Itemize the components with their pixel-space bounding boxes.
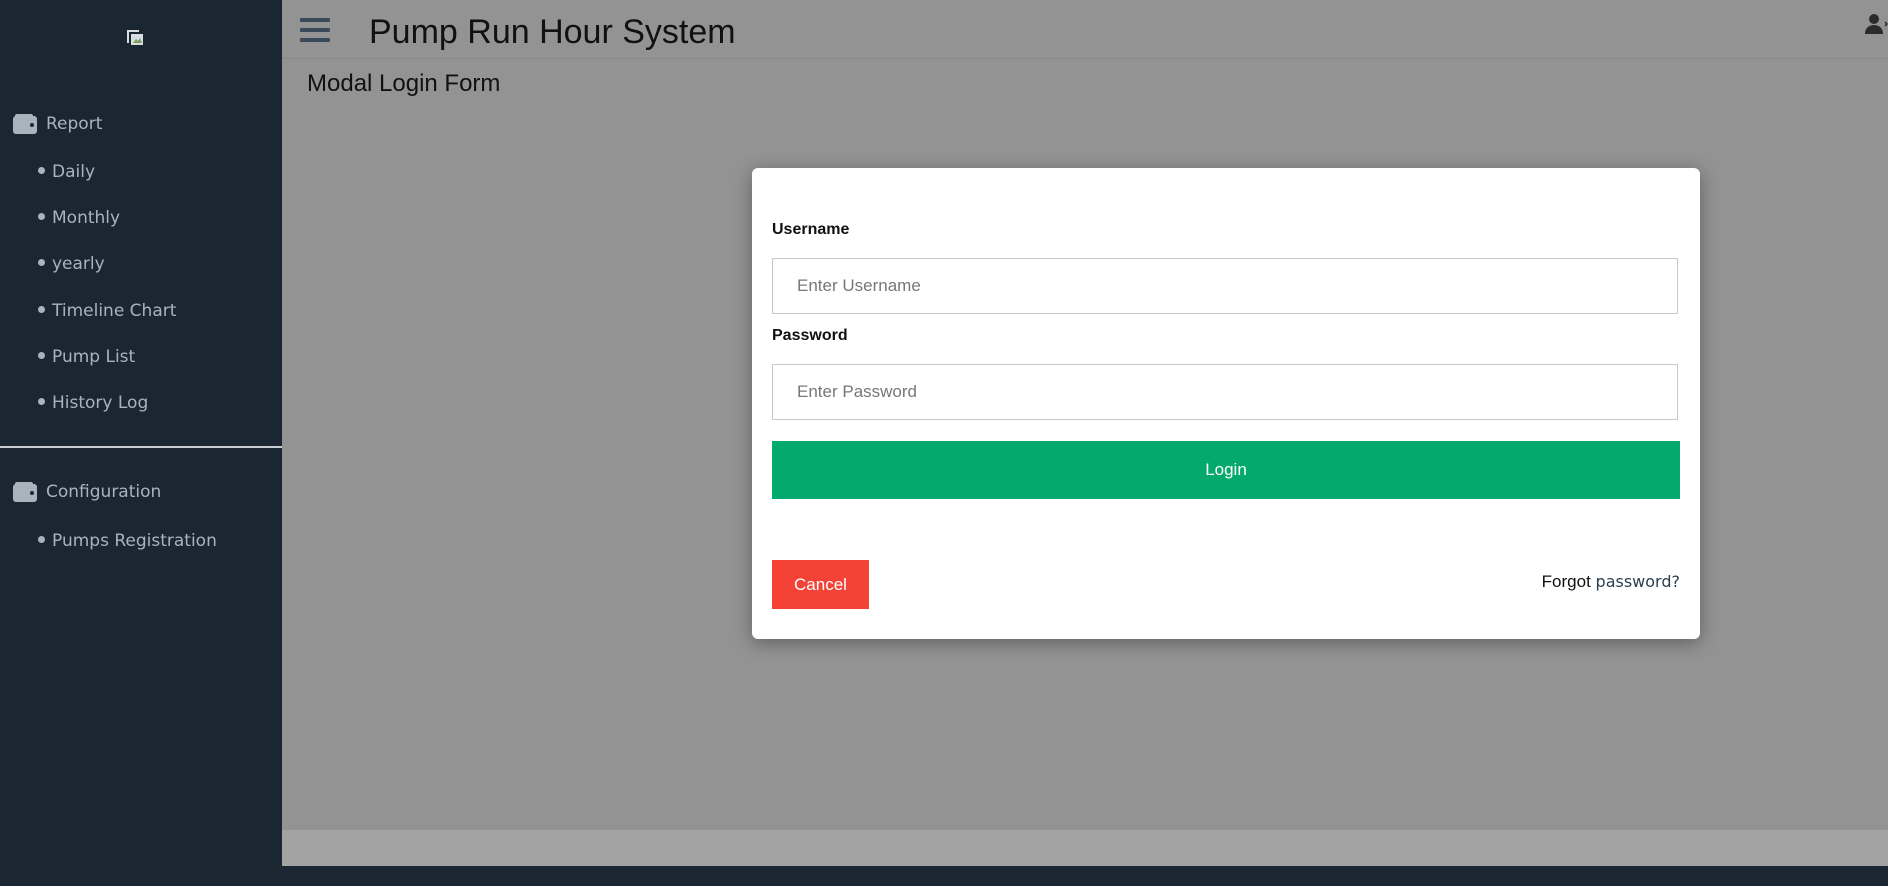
user-icon[interactable] <box>1864 12 1888 36</box>
cancel-button[interactable]: Cancel <box>772 560 869 609</box>
sidebar-section-report[interactable]: Report <box>12 113 102 135</box>
username-label: Username <box>772 221 850 238</box>
forgot-password-link[interactable]: password? <box>1596 572 1680 591</box>
forgot-prefix: Forgot <box>1541 572 1591 591</box>
sidebar-item-history-log[interactable]: History Log <box>38 393 148 413</box>
sidebar-item-label: yearly <box>52 254 105 274</box>
section-label: Report <box>46 114 103 134</box>
sidebar-divider <box>0 446 282 448</box>
sidebar-item-pump-list[interactable]: Pump List <box>38 347 135 367</box>
top-bar: Pump Run Hour System <box>282 0 1888 59</box>
sidebar-item-label: History Log <box>52 393 149 413</box>
hamburger-menu-button[interactable] <box>300 18 330 46</box>
sidebar-item-yearly[interactable]: yearly <box>38 254 105 274</box>
sidebar-item-label: Pumps Registration <box>52 531 217 551</box>
wallet-icon <box>13 482 37 502</box>
wallet-icon <box>13 114 37 134</box>
username-input[interactable] <box>772 258 1678 314</box>
main-content: Pump Run Hour System Modal Login Form Us… <box>282 0 1888 866</box>
login-button[interactable]: Login <box>772 441 1680 499</box>
sidebar: Report Daily Monthly yearly Timeline Cha… <box>0 0 282 886</box>
footer <box>282 830 1888 866</box>
app-title: Pump Run Hour System <box>369 13 736 51</box>
sidebar-section-configuration[interactable]: Configuration <box>12 481 161 503</box>
sidebar-item-label: Daily <box>52 162 96 182</box>
hamburger-icon-bar <box>300 38 330 42</box>
bullet-icon <box>38 212 45 220</box>
sidebar-item-label: Monthly <box>52 208 121 228</box>
login-modal: Username Password Login Cancel Forgot pa… <box>752 168 1700 639</box>
broken-logo-image-icon <box>127 30 143 45</box>
bullet-icon <box>38 258 45 266</box>
bullet-icon <box>38 305 45 313</box>
hamburger-icon-bar <box>300 18 330 22</box>
hamburger-icon-bar <box>300 28 330 32</box>
sidebar-item-label: Timeline Chart <box>52 301 177 321</box>
sidebar-item-timeline-chart[interactable]: Timeline Chart <box>38 301 176 321</box>
password-label: Password <box>772 327 848 344</box>
sidebar-item-daily[interactable]: Daily <box>38 162 95 182</box>
sidebar-item-pumps-registration[interactable]: Pumps Registration <box>38 531 217 551</box>
sidebar-item-monthly[interactable]: Monthly <box>38 208 120 228</box>
bullet-icon <box>38 166 45 174</box>
bullet-icon <box>38 535 45 543</box>
bullet-icon <box>38 397 45 405</box>
page-title: Modal Login Form <box>307 70 501 97</box>
password-input[interactable] <box>772 364 1678 420</box>
section-label: Configuration <box>46 482 162 502</box>
bullet-icon <box>38 351 45 359</box>
forgot-password: Forgot password? <box>1542 572 1680 592</box>
sidebar-item-label: Pump List <box>52 347 136 367</box>
